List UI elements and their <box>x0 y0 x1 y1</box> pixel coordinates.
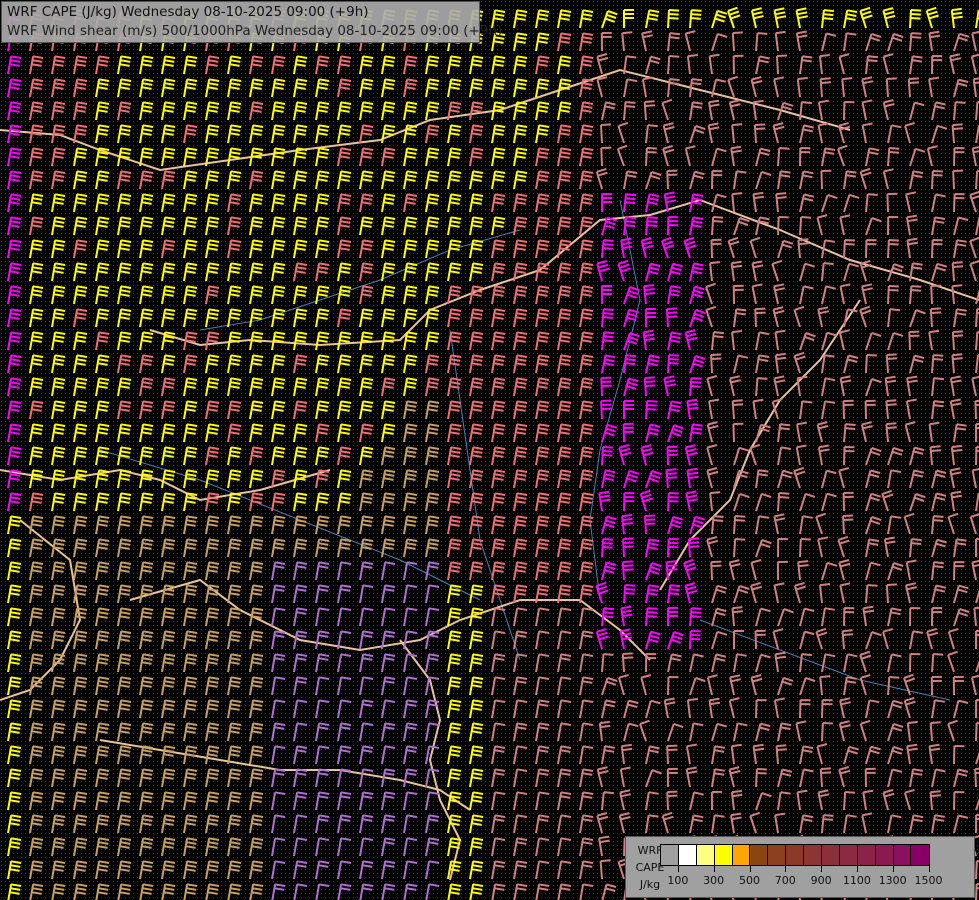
legend-tick-label: 700 <box>774 874 796 887</box>
title-cape: WRF CAPE (J/kg) Wednesday 08-10-2025 09:… <box>7 4 369 20</box>
legend-swatch <box>678 845 697 865</box>
legend-swatch <box>911 845 930 865</box>
wind-shear-map <box>0 0 979 900</box>
legend-tick <box>928 866 930 872</box>
legend-swatch <box>893 845 912 865</box>
legend-swatch <box>786 845 805 865</box>
legend-tick-label: 100 <box>667 874 689 887</box>
legend-swatch <box>750 845 769 865</box>
legend-tick <box>677 866 679 872</box>
legend-swatch <box>696 845 715 865</box>
legend-swatch <box>839 845 858 865</box>
legend-tick-label: 1500 <box>914 874 943 887</box>
legend-tick <box>892 866 894 872</box>
legend-tick <box>856 866 858 872</box>
legend-label-unit: J/kg <box>639 878 661 891</box>
legend-tick-label: 300 <box>703 874 725 887</box>
legend-tick-label: 900 <box>810 874 832 887</box>
legend-swatch <box>875 845 894 865</box>
legend-swatch <box>857 845 876 865</box>
legend-tick <box>713 866 715 872</box>
legend-swatch <box>661 845 679 865</box>
legend-color-scale <box>660 844 931 866</box>
legend-tick-label: 1100 <box>842 874 871 887</box>
legend-swatch <box>822 845 840 865</box>
legend-tick <box>821 866 823 872</box>
legend-tick <box>749 866 751 872</box>
cape-legend: WRF CAPE J/kg 100 300 500 700 900 1100 1300 150… <box>625 836 975 898</box>
legend-swatch <box>804 845 823 865</box>
legend-swatch <box>732 845 751 865</box>
legend-tick-label: 1300 <box>878 874 907 887</box>
legend-swatch <box>714 845 733 865</box>
legend-tick <box>785 866 787 872</box>
legend-swatch <box>768 845 787 865</box>
title-box: WRF CAPE (J/kg) Wednesday 08-10-2025 09:… <box>1 1 502 43</box>
legend-tick-label: 500 <box>739 874 760 887</box>
title-wind-shear: WRF Wind shear (m/s) 500/1000hPa Wednesd… <box>7 23 503 39</box>
